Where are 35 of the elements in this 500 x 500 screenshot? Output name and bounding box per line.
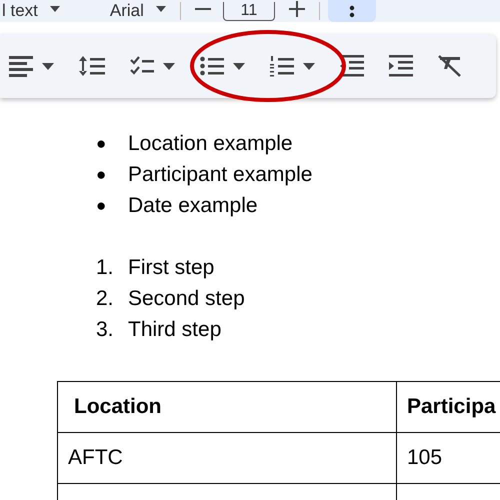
line-spacing-icon[interactable] bbox=[79, 56, 105, 76]
clear-formatting-icon[interactable] bbox=[438, 55, 462, 77]
list-item-text: First step bbox=[128, 256, 214, 280]
plus-icon[interactable] bbox=[288, 1, 305, 17]
caret-icon[interactable] bbox=[233, 62, 245, 70]
style-dropdown[interactable]: l text bbox=[2, 2, 38, 20]
list-item-text: Date example bbox=[128, 194, 258, 218]
checklist-icon[interactable] bbox=[130, 56, 154, 76]
font-size-field[interactable]: 11 bbox=[222, 2, 275, 20]
list-item-text: Third step bbox=[128, 318, 222, 342]
caret-icon[interactable] bbox=[50, 6, 60, 12]
bullet-marker: ● bbox=[96, 196, 108, 216]
align-left-icon[interactable] bbox=[9, 55, 33, 77]
list-item-text: Second step bbox=[128, 286, 245, 310]
list-item-text: Participant example bbox=[128, 162, 312, 186]
decrease-indent-icon[interactable] bbox=[340, 55, 364, 77]
table-header-cell: Participa bbox=[396, 382, 500, 432]
increase-indent-icon[interactable] bbox=[389, 55, 413, 77]
bullet-marker: ● bbox=[96, 134, 108, 154]
list-number: 1. bbox=[96, 256, 115, 280]
more-button[interactable] bbox=[328, 0, 376, 22]
list-number: 3. bbox=[96, 318, 115, 342]
list-number: 2. bbox=[96, 286, 115, 310]
caret-icon[interactable] bbox=[163, 62, 175, 70]
caret-icon[interactable] bbox=[303, 62, 315, 70]
caret-icon[interactable] bbox=[42, 62, 54, 70]
caret-icon[interactable] bbox=[156, 6, 166, 12]
font-dropdown[interactable]: Arial bbox=[110, 2, 144, 20]
numbered-list-icon[interactable] bbox=[270, 55, 294, 77]
table-header-cell: Location bbox=[58, 382, 396, 432]
list-item-text: Location example bbox=[128, 132, 293, 156]
bulleted-list-icon[interactable] bbox=[200, 56, 224, 76]
table-cell: AFTC bbox=[58, 432, 396, 484]
minus-icon[interactable] bbox=[194, 8, 211, 10]
bullet-marker: ● bbox=[96, 164, 108, 184]
